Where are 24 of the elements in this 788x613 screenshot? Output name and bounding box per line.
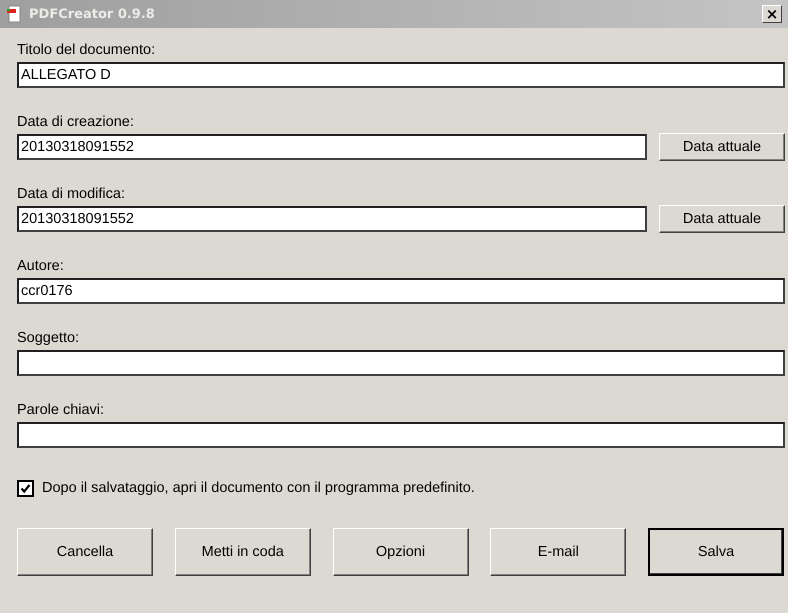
input-field[interactable]: ALLEGATO D [17,62,785,88]
input-field[interactable] [17,422,785,448]
dialog-button[interactable]: E-mail [490,528,626,576]
current-date-button[interactable]: Data attuale [659,133,785,161]
dialog-button[interactable]: Salva [648,528,784,576]
current-date-button[interactable]: Data attuale [659,205,785,233]
field-label: Data di modifica: [17,185,126,204]
check-icon [20,482,31,494]
input-field[interactable]: ccr0176 [17,278,785,304]
dialog-button[interactable]: Opzioni [332,528,468,576]
input-field[interactable]: 20130318091552 [17,206,647,232]
dialog-button[interactable]: Metti in coda [174,528,311,576]
field-label: Parole chiavi: [17,401,106,420]
input-field[interactable]: 20130318091552 [17,134,647,160]
field-label: Autore: [17,257,65,276]
field-label: Soggetto: [17,329,80,348]
field-label: Titolo del documento: [17,41,156,60]
close-button[interactable]: × [762,5,782,23]
field-label: Data di creazione: [17,113,135,132]
input-field[interactable] [17,350,785,376]
checkbox[interactable] [17,480,34,496]
dialog-button[interactable]: Cancella [17,528,153,576]
window-title: PDFCreator 0.9.8 [29,6,156,22]
checkbox-label[interactable]: Dopo il salvataggio, apri il documento con il programma predefinito. [42,480,475,496]
